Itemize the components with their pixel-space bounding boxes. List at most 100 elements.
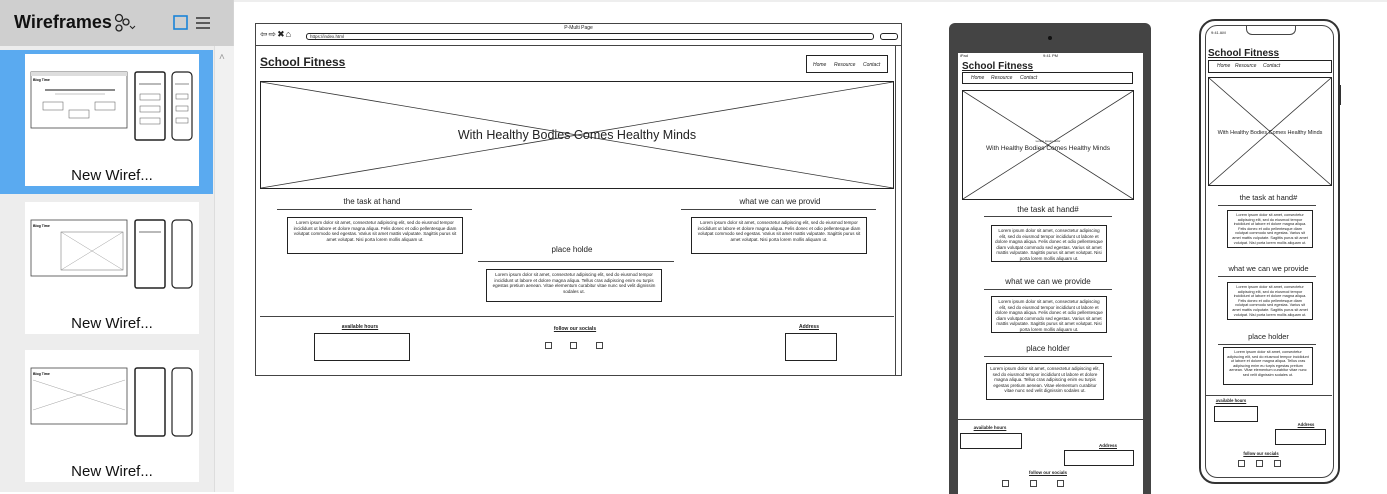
divider: [681, 209, 876, 210]
thumbnail-item[interactable]: Blog Time New Wiref...: [0, 346, 213, 492]
footer-socials-label: follow our socials: [1243, 451, 1279, 456]
phone-side-button: [1338, 85, 1341, 105]
status-time: 9:41 AM: [1211, 30, 1226, 35]
status-time: 9:41 PM: [1043, 53, 1058, 58]
phone-device-frame[interactable]: 9:41 AM School Fitness Home Resource Con…: [1199, 19, 1341, 484]
flow-icon[interactable]: [114, 13, 136, 33]
panel-header: Wireframes: [0, 0, 233, 46]
svg-text:Blog Time: Blog Time: [33, 78, 50, 82]
nav-contact[interactable]: Contact: [1263, 63, 1280, 69]
site-title[interactable]: School Fitness: [260, 55, 345, 69]
divider: [256, 45, 901, 46]
social-checkbox[interactable]: [570, 342, 577, 349]
site-nav: Home Resource Contact: [1208, 60, 1332, 73]
social-checkbox[interactable]: [1238, 460, 1245, 467]
divider: [1218, 344, 1316, 345]
nav-contact[interactable]: Contact: [863, 62, 880, 68]
camera-dot: [1048, 36, 1052, 40]
social-checkbox[interactable]: [1274, 460, 1281, 467]
browser-url: https://index.html: [310, 34, 345, 39]
site-title[interactable]: School Fitness: [962, 61, 1033, 72]
tablet-device-frame[interactable]: iPad 9:41 PM School Fitness Home Resourc…: [949, 23, 1151, 494]
thumbnail-item[interactable]: Blog Time New Wiref...: [0, 198, 213, 344]
hero-subtext: Lorem ipsum dolor: [1035, 139, 1061, 143]
thumbnail-preview: Blog Time New Wiref...: [25, 350, 199, 482]
nav-resource[interactable]: Resource: [834, 62, 855, 68]
social-checkbox[interactable]: [1002, 480, 1009, 487]
footer-address-label: Address: [1098, 443, 1117, 448]
section-heading: the task at hand#: [1017, 205, 1079, 214]
lorem-text-block: Lorem ipsum dolor sit amet, consectetur …: [986, 363, 1104, 400]
lorem-text-block: Lorem ipsum dolor sit amet, consectetur …: [287, 217, 463, 254]
single-view-icon[interactable]: [173, 15, 189, 31]
lorem-text-block: Lorem ipsum dolor sit amet, consectetur …: [1227, 282, 1313, 320]
hero-image-placeholder: With Healthy Bodies Comes Healthy Minds: [260, 81, 894, 189]
hero-text: With Healthy Bodies Comes Healthy Minds: [1217, 130, 1323, 136]
footer-address-box: [785, 333, 837, 361]
lorem-text-block: Lorem ipsum dolor sit amet, consectetur …: [691, 217, 867, 254]
nav-home[interactable]: Home: [813, 62, 826, 68]
lorem-text-block: Lorem ipsum dolor sit amet, consectetur …: [991, 225, 1107, 262]
footer-address-box: [1275, 429, 1326, 445]
nav-resource[interactable]: Resource: [1235, 63, 1256, 69]
wireframe-canvas[interactable]: P-Multi Page ⇦⇨✖⌂ https://index.html Sch…: [234, 0, 1387, 494]
social-checkbox[interactable]: [1057, 480, 1064, 487]
footer-hours-box: [1214, 406, 1258, 422]
section-heading: the task at hand: [343, 197, 401, 206]
hero-image-placeholder: Lorem ipsum dolor With Healthy Bodies Co…: [962, 90, 1134, 200]
divider: [1218, 276, 1316, 277]
footer-divider: [958, 419, 1143, 420]
section-heading: place holder: [1026, 344, 1070, 353]
divider: [984, 356, 1112, 357]
nav-home[interactable]: Home: [1217, 63, 1230, 69]
list-view-icon[interactable]: [195, 15, 211, 31]
section-heading: what we can we provide: [1005, 277, 1091, 286]
site-title[interactable]: School Fitness: [1208, 48, 1279, 59]
lorem-text-block: Lorem ipsum dolor sit amet, consectetur …: [991, 296, 1107, 333]
social-checkbox[interactable]: [1256, 460, 1263, 467]
section-heading: what we can we provide: [1228, 264, 1309, 273]
site-nav: Home Resource Contact: [806, 55, 888, 73]
divider: [478, 261, 674, 262]
phone-notch: [1246, 26, 1296, 35]
footer-hours-box: [960, 433, 1022, 449]
thumbnail-label: New Wiref...: [71, 315, 153, 332]
site-nav: Home Resource Contact: [962, 72, 1133, 84]
panel-title: Wireframes: [14, 12, 112, 32]
thumbnail-preview: Blog Time New Wiref...: [25, 202, 199, 334]
nav-contact[interactable]: Contact: [1020, 75, 1037, 81]
divider: [277, 209, 472, 210]
section-heading: the task at hand#: [1239, 193, 1298, 202]
nav-home[interactable]: Home: [971, 75, 984, 81]
footer-address-label: Address: [798, 324, 819, 330]
desktop-scrollbar[interactable]: [895, 46, 902, 375]
lorem-text-block: Lorem ipsum dolor sit amet, consectetur …: [1227, 210, 1313, 248]
phone-screen: 9:41 AM School Fitness Home Resource Con…: [1205, 25, 1334, 478]
lorem-text-block: Lorem ipsum dolor sit amet, consectetur …: [1223, 347, 1313, 385]
panel-scrollbar[interactable]: ˄: [214, 46, 234, 492]
thumbnail-label: New Wiref...: [71, 167, 153, 184]
footer-address-box: [1064, 450, 1134, 466]
svg-text:Blog Time: Blog Time: [33, 372, 50, 376]
section-heading: place holder: [1248, 332, 1289, 341]
browser-address-bar[interactable]: https://index.html: [306, 33, 874, 40]
chevron-up-icon[interactable]: ˄: [219, 52, 225, 63]
thumbnail-item[interactable]: Blog Time New Wiref...: [0, 50, 213, 194]
section-heading: place holde: [551, 245, 593, 254]
thumbnail-label: New Wiref...: [71, 463, 153, 480]
footer-socials-label: follow our socials: [1028, 470, 1067, 475]
social-checkbox[interactable]: [545, 342, 552, 349]
wireframes-panel: Wireframes Blog Time New Wiref... Blog T…: [0, 0, 234, 492]
thumbnail-preview: Blog Time New Wiref...: [25, 54, 199, 186]
nav-resource[interactable]: Resource: [991, 75, 1012, 81]
social-checkbox[interactable]: [1030, 480, 1037, 487]
social-checkbox[interactable]: [596, 342, 603, 349]
footer-socials-label: follow our socials: [553, 326, 597, 332]
hero-text: With Healthy Bodies Comes Healthy Minds: [986, 145, 1110, 152]
browser-search-field[interactable]: [880, 33, 898, 40]
footer-hours-label: available hours: [973, 425, 1007, 430]
divider: [984, 289, 1112, 290]
thumbnail-list: Blog Time New Wiref... Blog Time New Wir…: [0, 46, 214, 492]
browser-nav-icons[interactable]: ⇦⇨✖⌂: [260, 29, 292, 40]
desktop-browser-frame[interactable]: P-Multi Page ⇦⇨✖⌂ https://index.html Sch…: [255, 23, 902, 376]
